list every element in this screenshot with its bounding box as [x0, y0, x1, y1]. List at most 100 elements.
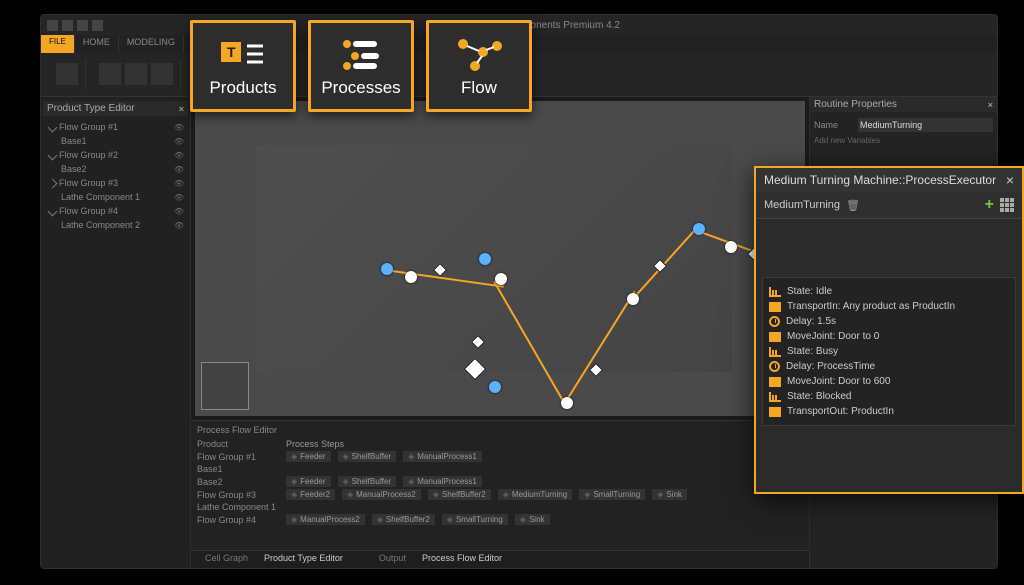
pf-step[interactable]: ◈Feeder2	[286, 489, 335, 500]
statement-row[interactable]: MoveJoint: Door to 0	[769, 329, 1009, 344]
statement-row[interactable]: TransportOut: ProductIn	[769, 404, 1009, 419]
flow-node[interactable]	[725, 241, 737, 253]
tree-node[interactable]: Flow Group #2👁	[45, 148, 186, 162]
tab-file[interactable]: FILE	[41, 35, 75, 53]
flow-node[interactable]	[405, 271, 417, 283]
box-icon	[769, 332, 781, 342]
name-input[interactable]	[858, 118, 993, 132]
nav-cube[interactable]	[201, 362, 249, 410]
tree-node[interactable]: Base2👁	[45, 162, 186, 176]
pf-step[interactable]: ◈MediumTurning	[498, 489, 572, 500]
tab-output[interactable]: Output	[371, 551, 414, 568]
bottom-tabs: Cell Graph Product Type Editor Output Pr…	[191, 550, 809, 568]
pf-row[interactable]: Base2◈Feeder◈ShelfBuffer◈ManualProcess1	[197, 475, 803, 488]
3d-viewport[interactable]	[195, 101, 805, 416]
close-icon[interactable]: ×	[179, 104, 184, 114]
statement-list: State: IdleTransportIn: Any product as P…	[762, 277, 1016, 426]
callout-products[interactable]: T Products	[190, 20, 296, 112]
callout-label: Processes	[321, 78, 400, 98]
pf-step[interactable]: ◈ShelfBuffer2	[372, 514, 435, 525]
grid-icon[interactable]	[1000, 198, 1014, 212]
tree-node[interactable]: Lathe Component 1👁	[45, 190, 186, 204]
processes-icon	[337, 34, 385, 74]
pfe-title: Process Flow Editor	[197, 425, 803, 435]
pfe-col-steps: Process Steps	[286, 439, 344, 449]
ribbon-button[interactable]	[125, 63, 147, 85]
product-tree: Flow Group #1👁Base1👁Flow Group #2👁Base2👁…	[43, 116, 188, 236]
trash-icon[interactable]: 🗑	[846, 199, 860, 212]
tree-node[interactable]: Lathe Component 2👁	[45, 218, 186, 232]
flow-node[interactable]	[479, 253, 491, 265]
pf-row[interactable]: Base1	[197, 463, 803, 475]
tab-pte[interactable]: Product Type Editor	[256, 551, 351, 568]
box-icon	[769, 302, 781, 312]
ribbon-button[interactable]	[151, 63, 173, 85]
svg-text:T: T	[227, 44, 236, 60]
clock-icon	[769, 361, 780, 372]
qat-icon[interactable]	[92, 20, 103, 31]
statement-row[interactable]: TransportIn: Any product as ProductIn	[769, 299, 1009, 314]
pf-step[interactable]: ◈SmallTurning	[579, 489, 645, 500]
clock-icon	[769, 316, 780, 327]
process-flow-editor: Process Flow Editor Product Process Step…	[191, 420, 809, 550]
pfe-col-product: Product	[197, 439, 282, 449]
callout-flow[interactable]: Flow	[426, 20, 532, 112]
pf-step[interactable]: ◈SmallTurning	[442, 514, 508, 525]
callout-label: Flow	[461, 78, 497, 98]
routine-props-header: Routine Properties ×	[810, 97, 997, 112]
close-icon[interactable]: ×	[988, 100, 993, 110]
qat-icon[interactable]	[77, 20, 88, 31]
statement-row[interactable]: Delay: ProcessTime	[769, 359, 1009, 374]
statement-row[interactable]: State: Blocked	[769, 389, 1009, 404]
flow-node[interactable]	[489, 381, 501, 393]
flow-node[interactable]	[495, 273, 507, 285]
paste-button[interactable]	[56, 63, 78, 85]
pf-step[interactable]: ◈ShelfBuffer	[338, 451, 397, 462]
pf-row[interactable]: Flow Group #4◈ManualProcess2◈ShelfBuffer…	[197, 513, 803, 526]
tab-cell-graph[interactable]: Cell Graph	[197, 551, 256, 568]
qat-icon[interactable]	[62, 20, 73, 31]
pf-step[interactable]: ◈ManualProcess2	[286, 514, 365, 525]
tree-node[interactable]: Base1👁	[45, 134, 186, 148]
statement-row[interactable]: MoveJoint: Door to 600	[769, 374, 1009, 389]
tree-node[interactable]: Flow Group #3👁	[45, 176, 186, 190]
flow-node[interactable]	[693, 223, 705, 235]
pf-step[interactable]: ◈ShelfBuffer2	[428, 489, 491, 500]
pf-step[interactable]: ◈Sink	[652, 489, 687, 500]
add-icon[interactable]: +	[985, 196, 994, 214]
pte-header: Product Type Editor ×	[43, 101, 188, 116]
statement-row[interactable]: State: Busy	[769, 344, 1009, 359]
flow-node[interactable]	[381, 263, 393, 275]
pf-step[interactable]: ◈ManualProcess1	[403, 451, 482, 462]
pf-step[interactable]: ◈ShelfBuffer	[338, 476, 397, 487]
chart-icon	[769, 347, 781, 357]
pf-step[interactable]: ◈ManualProcess2	[342, 489, 421, 500]
pf-step[interactable]: ◈Feeder	[286, 476, 331, 487]
add-vars-label[interactable]: Add new Variables	[814, 136, 880, 145]
chart-icon	[769, 287, 781, 297]
name-label: Name	[814, 120, 858, 130]
pf-row[interactable]: Lathe Component 1	[197, 501, 803, 513]
statement-row[interactable]: Delay: 1.5s	[769, 314, 1009, 329]
pf-row[interactable]: Flow Group #1◈Feeder◈ShelfBuffer◈ManualP…	[197, 450, 803, 463]
tree-node[interactable]: Flow Group #1👁	[45, 120, 186, 134]
chart-icon	[769, 392, 781, 402]
statement-row[interactable]: State: Idle	[769, 284, 1009, 299]
popup-routine-name[interactable]: MediumTurning	[764, 199, 840, 211]
tab-modeling[interactable]: MODELING	[119, 35, 184, 53]
box-icon	[769, 377, 781, 387]
pf-step[interactable]: ◈ManualProcess1	[403, 476, 482, 487]
tab-home[interactable]: HOME	[75, 35, 119, 53]
pf-step[interactable]: ◈Feeder	[286, 451, 331, 462]
popup-title: Medium Turning Machine::ProcessExecutor	[764, 173, 996, 187]
products-icon: T	[219, 34, 267, 74]
pf-step[interactable]: ◈Sink	[515, 514, 550, 525]
callout-processes[interactable]: Processes	[308, 20, 414, 112]
pf-row[interactable]: Flow Group #3◈Feeder2◈ManualProcess2◈She…	[197, 488, 803, 501]
flow-node[interactable]	[627, 293, 639, 305]
flow-node[interactable]	[561, 397, 573, 409]
tab-pfe[interactable]: Process Flow Editor	[414, 551, 510, 568]
ribbon-button[interactable]	[99, 63, 121, 85]
close-icon[interactable]: ×	[1006, 172, 1014, 188]
tree-node[interactable]: Flow Group #4👁	[45, 204, 186, 218]
